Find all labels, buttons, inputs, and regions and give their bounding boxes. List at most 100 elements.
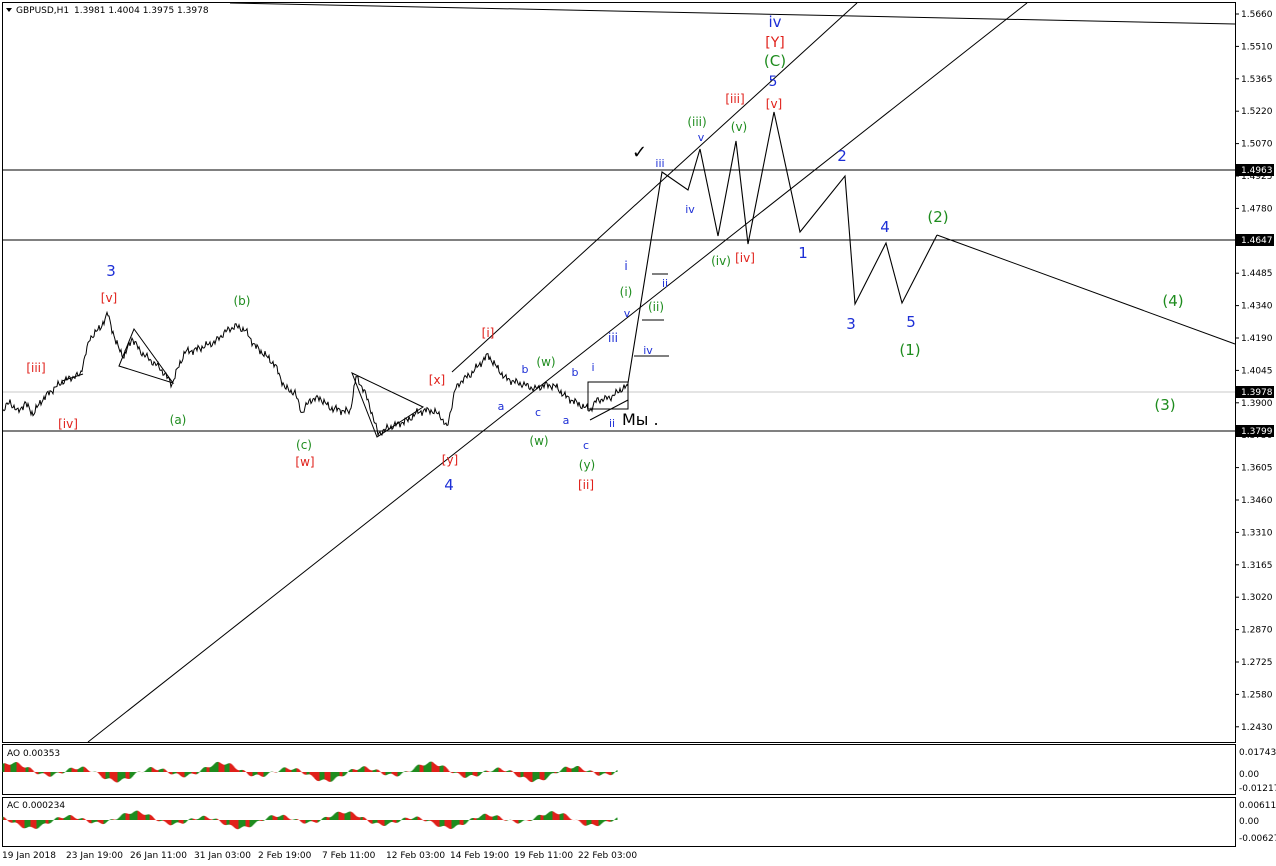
wave-label[interactable]: [Y] (765, 35, 784, 51)
wave-label[interactable]: [iv] (735, 251, 755, 265)
ao-title: AO 0.00353 (7, 749, 60, 759)
price-tick-label: 1.2580 (1241, 690, 1273, 700)
price-tick-label: 1.3605 (1241, 464, 1273, 474)
time-label: 12 Feb 03:00 (386, 851, 445, 861)
wave-label[interactable]: 2 (837, 147, 847, 165)
wave-label[interactable]: v (624, 307, 631, 320)
wave-label[interactable]: b (572, 366, 579, 379)
time-label: 14 Feb 19:00 (450, 851, 509, 861)
wave-label[interactable]: (2) (927, 208, 948, 226)
wave-label[interactable]: (4) (1162, 292, 1183, 310)
wave-label[interactable]: 3 (106, 262, 116, 280)
wave-label[interactable]: iv (685, 203, 695, 216)
wave-label[interactable]: [i] (482, 326, 495, 340)
wave-label[interactable]: ii (609, 417, 615, 430)
wave-label[interactable]: (iv) (711, 254, 731, 268)
main-chart-pane[interactable] (2, 2, 1236, 743)
time-label: 31 Jan 03:00 (194, 851, 251, 861)
ao-tick: 0.01743 (1239, 748, 1276, 758)
time-label: 26 Jan 11:00 (130, 851, 187, 861)
wave-label[interactable]: [iii] (26, 361, 45, 375)
price-tick-label: 1.3900 (1241, 399, 1273, 409)
wave-label[interactable]: iv (643, 344, 653, 357)
ac-indicator-pane[interactable] (2, 797, 1236, 847)
wave-label[interactable]: c (583, 439, 589, 452)
wave-label[interactable]: (1) (899, 341, 920, 359)
price-tick-label: 1.3165 (1241, 561, 1273, 571)
wave-label[interactable]: (v) (731, 120, 747, 134)
price-tick-label: 1.3460 (1241, 496, 1273, 506)
time-label: 23 Jan 19:00 (66, 851, 123, 861)
wave-label[interactable]: 5 (906, 313, 916, 331)
wave-label[interactable]: [ii] (578, 478, 594, 492)
wave-label[interactable]: [v] (766, 97, 782, 111)
wave-label[interactable]: ii (662, 277, 668, 290)
wave-label[interactable]: (ii) (648, 300, 664, 314)
wave-label[interactable]: c (535, 406, 541, 419)
wave-label[interactable]: [w] (295, 455, 314, 469)
ao-tick: 0.00 (1239, 770, 1259, 780)
wave-label[interactable]: i (624, 259, 627, 273)
wave-label[interactable]: (w) (536, 355, 555, 369)
wave-label[interactable]: (3) (1154, 396, 1175, 414)
wave-label[interactable]: 4 (880, 218, 890, 236)
ao-indicator-pane[interactable] (2, 744, 1236, 795)
wave-label[interactable]: (a) (170, 413, 187, 427)
price-tick-label: 1.2725 (1241, 658, 1273, 668)
ac-tick: 0.00 (1239, 817, 1259, 827)
wave-label[interactable]: iv (768, 13, 781, 31)
price-tick-label: 1.4780 (1241, 204, 1273, 214)
wave-label[interactable]: (i) (620, 285, 633, 299)
checkmark-annotation[interactable]: ✓ (632, 142, 647, 163)
price-tick-label: 1.5365 (1241, 75, 1273, 85)
wave-label[interactable]: (C) (764, 52, 786, 70)
time-label: 22 Feb 03:00 (578, 851, 637, 861)
wave-label[interactable]: 1 (798, 244, 808, 262)
time-label: 19 Jan 2018 (2, 851, 56, 861)
wave-label[interactable]: (b) (234, 294, 251, 308)
ohlc-values: 1.3981 1.4004 1.3975 1.3978 (74, 6, 209, 16)
price-tick-label: 1.4340 (1241, 302, 1273, 312)
text-annotation[interactable]: Мы . (622, 410, 659, 429)
price-tick-label: 1.4485 (1241, 269, 1273, 279)
price-tick-label: 1.3020 (1241, 593, 1273, 603)
time-label: 7 Feb 11:00 (322, 851, 376, 861)
wave-label[interactable]: i (591, 361, 594, 374)
wave-label[interactable]: [y] (442, 453, 458, 467)
price-scale[interactable]: 1.56601.55101.53651.52201.50701.49251.47… (1235, 10, 1274, 733)
ao-tick: -0.01217 (1239, 784, 1276, 794)
wave-label[interactable]: 3 (846, 315, 856, 333)
wave-label[interactable]: 4 (444, 476, 454, 494)
wave-label[interactable]: a (563, 414, 570, 427)
symbol-timeframe: GBPUSD,H1 (16, 6, 69, 16)
price-tick-label: 1.2870 (1241, 626, 1273, 636)
time-scale[interactable]: 19 Jan 2018 23 Jan 19:00 26 Jan 11:00 31… (2, 851, 637, 861)
time-label: 19 Feb 11:00 (514, 851, 573, 861)
ac-tick: -0.00627 (1239, 834, 1276, 844)
wave-label[interactable]: (w) (529, 434, 548, 448)
price-highlight-label: 1.3799 (1241, 427, 1273, 437)
wave-label[interactable]: iii (655, 157, 664, 170)
wave-label[interactable]: [x] (429, 373, 445, 387)
ac-title: AC 0.000234 (7, 801, 65, 811)
wave-label[interactable]: (y) (579, 458, 595, 472)
wave-label[interactable]: b (522, 363, 529, 376)
wave-label[interactable]: iii (608, 331, 618, 345)
wave-label[interactable]: v (698, 131, 705, 144)
price-highlight-label: 1.4647 (1241, 236, 1273, 246)
wave-label[interactable]: [v] (101, 291, 117, 305)
price-tick-label: 1.5070 (1241, 140, 1273, 150)
price-highlight-label: 1.3978 (1241, 388, 1273, 398)
price-tick-label: 1.5660 (1241, 10, 1273, 20)
wave-label[interactable]: (iii) (687, 115, 706, 129)
wave-label[interactable]: [iv] (58, 417, 78, 431)
wave-label[interactable]: (c) (296, 438, 312, 452)
price-highlight-label: 1.4963 (1241, 166, 1273, 176)
chart-header: GBPUSD,H1 1.3981 1.4004 1.3975 1.3978 (6, 6, 209, 16)
wave-label[interactable]: a (498, 400, 505, 413)
ac-tick: 0.006116 (1239, 801, 1276, 811)
wave-label[interactable]: 5 (769, 74, 778, 90)
price-tick-label: 1.5220 (1241, 107, 1273, 117)
wave-label[interactable]: [iii] (725, 92, 744, 106)
price-tick-label: 1.2430 (1241, 723, 1273, 733)
